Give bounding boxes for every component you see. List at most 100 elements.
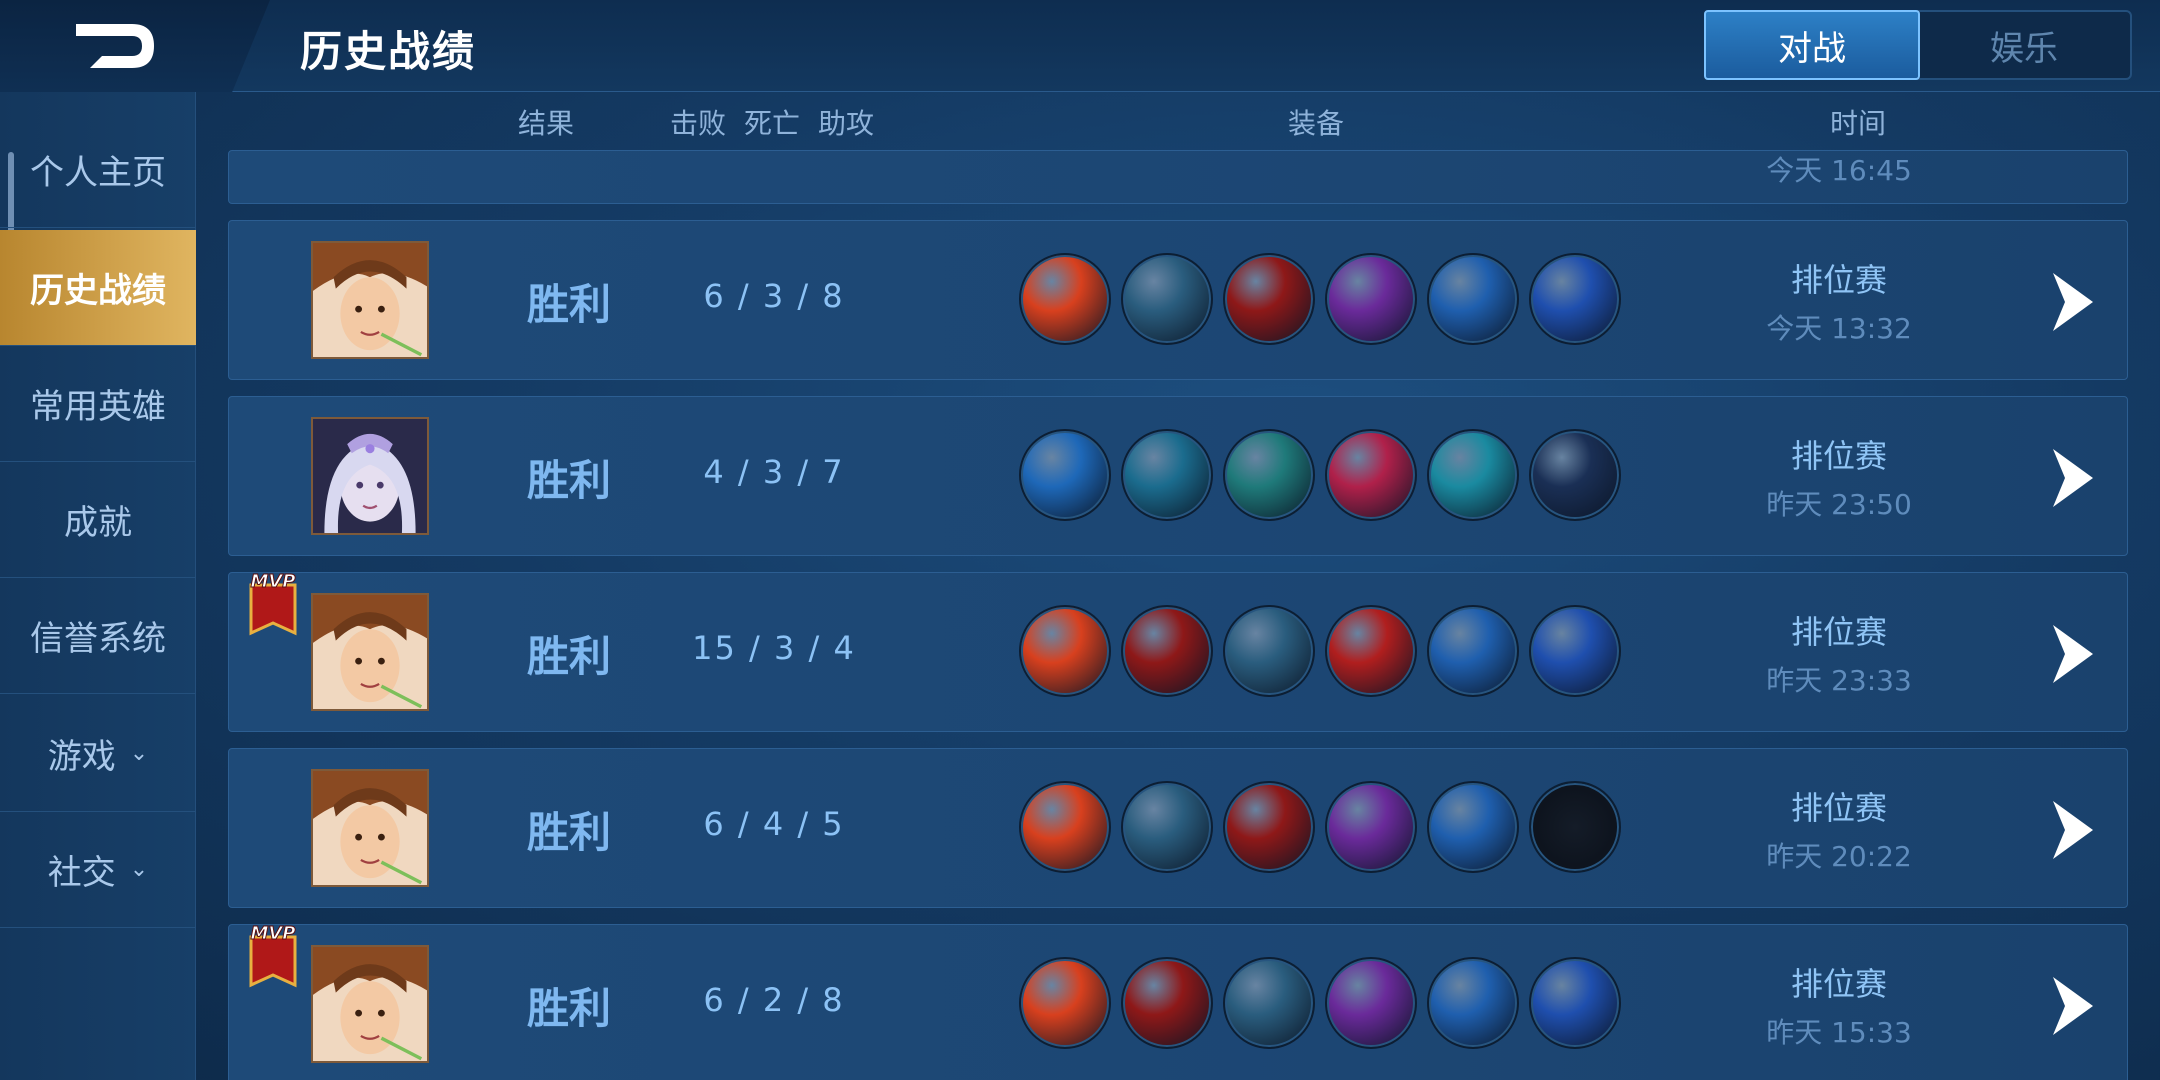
equipment-item-icon	[1019, 429, 1111, 521]
hero-avatar	[311, 241, 429, 359]
equipment-item-icon	[1019, 957, 1111, 1049]
match-time: 今天 13:32	[1766, 312, 1912, 345]
column-header-result: 结果	[518, 107, 575, 140]
equipment-item-icon	[1427, 429, 1519, 521]
equipment-item-icon	[1325, 605, 1417, 697]
sidebar-item-label: 成就	[64, 503, 132, 543]
match-row[interactable]: MVP 胜利 6 / 2 / 8 排位赛昨天 15:33	[228, 923, 2128, 1080]
column-header-equipment: 装备	[1288, 107, 1345, 140]
match-mode: 排位赛	[1790, 613, 1887, 651]
equipment-item-icon	[1223, 429, 1315, 521]
equipment-item-icon	[1529, 253, 1621, 345]
top-bar: 历史战绩 对战 娱乐	[0, 0, 2160, 92]
sidebar-item-label: 游戏	[47, 737, 116, 777]
equipment-item-icon	[1325, 253, 1417, 345]
sidebar-item-label: 常用英雄	[30, 387, 166, 427]
equipment-list	[1019, 957, 1621, 1049]
match-row-partial[interactable]: 今天 16:45	[228, 150, 2128, 204]
column-header-deaths: 死亡	[744, 107, 801, 140]
equipment-list	[1019, 429, 1621, 521]
equipment-item-icon	[1427, 253, 1519, 345]
equipment-item-icon	[1325, 957, 1417, 1049]
match-kda: 6 / 2 / 8	[703, 981, 845, 1019]
sidebar-item-games[interactable]: 游戏 ⌄	[0, 696, 196, 812]
chevron-right-icon[interactable]	[2043, 445, 2103, 511]
sidebar-item-achievements[interactable]: 成就	[0, 462, 196, 578]
equipment-item-icon	[1121, 605, 1213, 697]
match-kda: 4 / 3 / 7	[703, 453, 845, 491]
equipment-list	[1019, 605, 1621, 697]
column-header-assists: 助攻	[818, 107, 875, 140]
match-result: 胜利	[526, 456, 611, 505]
chevron-down-icon: ⌄	[129, 741, 149, 766]
sidebar-item-label: 信誉系统	[30, 619, 166, 659]
equipment-item-icon	[1223, 781, 1315, 873]
equipment-item-icon	[1427, 957, 1519, 1049]
equipment-item-icon	[1325, 429, 1417, 521]
back-arrow-icon	[76, 24, 154, 68]
sidebar-item-credit[interactable]: 信誉系统	[0, 578, 196, 694]
match-kda: 6 / 4 / 5	[703, 805, 845, 843]
tab-entertainment[interactable]: 娱乐	[1918, 12, 2130, 78]
sidebar-item-heroes[interactable]: 常用英雄	[0, 346, 196, 462]
equipment-item-icon	[1121, 429, 1213, 521]
chevron-down-icon: ⌄	[129, 857, 149, 882]
chevron-right-icon[interactable]	[2043, 973, 2103, 1039]
match-time: 昨天 23:50	[1766, 488, 1912, 521]
equipment-item-icon	[1223, 957, 1315, 1049]
equipment-item-icon	[1223, 253, 1315, 345]
mvp-badge-icon: MVP	[243, 567, 303, 637]
sidebar-item-label: 历史战绩	[30, 271, 166, 311]
sidebar-item-social[interactable]: 社交 ⌄	[0, 812, 196, 928]
match-kda: 15 / 3 / 4	[692, 629, 856, 667]
match-result: 胜利	[526, 632, 611, 681]
sidebar: 个人主页 历史战绩 常用英雄 成就 信誉系统 游戏 ⌄ 社交 ⌄	[0, 92, 196, 1080]
chevron-right-icon[interactable]	[2043, 621, 2103, 687]
match-mode: 排位赛	[1790, 789, 1887, 827]
match-result: 胜利	[526, 984, 611, 1033]
back-button[interactable]	[0, 0, 270, 92]
equipment-item-icon	[1019, 781, 1111, 873]
equipment-list	[1019, 253, 1621, 345]
match-row[interactable]: MVP 胜利 15 / 3 / 4 排位赛 昨天 23:33	[228, 571, 2128, 732]
match-row[interactable]: 胜利 6 / 4 / 5 排位赛昨天 20:22	[228, 748, 2128, 908]
column-header-time: 时间	[1830, 107, 1887, 140]
match-result: 胜利	[526, 808, 611, 857]
column-header-kills: 击败	[670, 107, 727, 140]
match-time: 昨天 15:33	[1766, 1016, 1912, 1049]
hero-avatar	[311, 769, 429, 887]
empty-equipment-slot	[1529, 781, 1621, 873]
equipment-item-icon	[1529, 605, 1621, 697]
sidebar-item-profile[interactable]: 个人主页	[0, 112, 196, 228]
mode-tabs: 对战 娱乐	[1704, 10, 2132, 80]
equipment-item-icon	[1019, 605, 1111, 697]
match-mode: 排位赛	[1790, 437, 1887, 475]
chevron-right-icon[interactable]	[2043, 797, 2103, 863]
equipment-item-icon	[1427, 781, 1519, 873]
chevron-right-icon[interactable]	[2043, 269, 2103, 335]
match-row[interactable]: 胜利 4 / 3 / 7 排位赛昨天 23:50	[228, 396, 2128, 556]
equipment-item-icon	[1529, 429, 1621, 521]
page-title: 历史战绩	[300, 27, 477, 76]
match-time: 昨天 20:22	[1766, 840, 1912, 873]
equipment-item-icon	[1223, 605, 1315, 697]
match-time: 昨天 23:33	[1766, 664, 1912, 697]
hero-avatar	[311, 945, 429, 1063]
match-row[interactable]: 胜利 6 / 3 / 8 排位赛 今天 13:32	[228, 220, 2128, 380]
equipment-item-icon	[1121, 253, 1213, 345]
sidebar-item-label: 个人主页	[30, 153, 166, 193]
equipment-item-icon	[1019, 253, 1111, 345]
hero-avatar	[311, 593, 429, 711]
match-mode: 排位赛	[1790, 965, 1887, 1003]
match-kda: 6 / 3 / 8	[703, 277, 845, 315]
equipment-item-icon	[1325, 781, 1417, 873]
equipment-item-icon	[1529, 957, 1621, 1049]
tab-battle[interactable]: 对战	[1704, 10, 1920, 80]
match-time: 今天 16:45	[1766, 154, 1912, 187]
match-result: 胜利	[526, 280, 611, 329]
svg-text:MVP: MVP	[250, 923, 295, 944]
equipment-item-icon	[1427, 605, 1519, 697]
sidebar-item-history[interactable]: 历史战绩	[0, 230, 196, 346]
sidebar-item-label: 社交	[47, 853, 116, 893]
equipment-item-icon	[1121, 957, 1213, 1049]
